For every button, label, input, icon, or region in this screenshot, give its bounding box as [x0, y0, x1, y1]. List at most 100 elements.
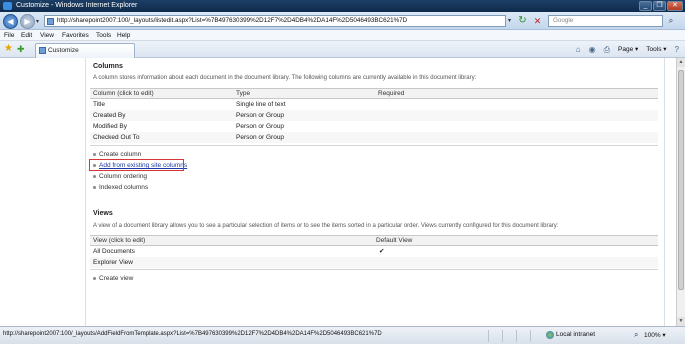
feeds-icon[interactable]: ◉ — [589, 44, 596, 55]
column-name-cell[interactable]: Title — [90, 98, 233, 110]
create-view-link[interactable]: Create view — [93, 273, 133, 284]
bullet-icon — [93, 175, 96, 178]
status-panel — [530, 330, 544, 342]
search-icon: ⌕ — [668, 16, 674, 25]
window-title: Customize - Windows Internet Explorer — [16, 2, 138, 9]
column-name-cell[interactable]: Created By — [90, 110, 233, 121]
page-content: Columns A column stores information abou… — [0, 58, 676, 326]
vertical-scrollbar[interactable]: ▲ ▼ — [676, 58, 685, 326]
tab-bar: ★ ✚ Customize ⌂ ◉ ⎙ Page ▾ Tools ▾ ? — [0, 41, 685, 58]
globe-icon — [546, 331, 554, 339]
column-name-cell[interactable]: Checked Out To — [90, 132, 233, 143]
address-input[interactable]: http://sharepoint2007:100/_layouts/liste… — [44, 15, 506, 27]
menu-tools[interactable]: Tools — [96, 30, 111, 41]
tab-label: Customize — [48, 47, 79, 54]
arrow-right-icon: ▶ — [24, 17, 31, 26]
table-row[interactable]: Explorer View — [90, 257, 658, 268]
views-separator — [90, 269, 658, 270]
maximize-button[interactable]: ❐ — [653, 1, 666, 11]
zoom-level[interactable]: ⌕ 100% ▾ — [634, 330, 666, 339]
default-view-cell — [373, 257, 658, 268]
column-header-required: Required — [375, 88, 658, 99]
close-button[interactable]: ✕ — [667, 1, 683, 11]
column-required-cell — [375, 121, 658, 132]
column-required-cell — [375, 98, 658, 110]
menu-edit[interactable]: Edit — [21, 30, 32, 41]
scroll-up-icon[interactable]: ▲ — [677, 58, 685, 67]
refresh-icon: ↻ — [518, 15, 527, 26]
column-required-cell — [375, 110, 658, 121]
add-favorites-icon[interactable]: ✚ — [17, 44, 25, 54]
create-view-label: Create view — [99, 275, 134, 282]
views-heading: Views — [93, 210, 113, 217]
back-button[interactable]: ◀ — [3, 14, 18, 29]
address-toolbar: ◀ ▶ ▾ http://sharepoint2007:100/_layouts… — [0, 12, 685, 30]
security-zone[interactable]: Local intranet — [546, 331, 595, 339]
menu-bar: File Edit View Favorites Tools Help — [0, 30, 685, 41]
table-row[interactable]: Title Single line of text — [90, 98, 658, 110]
recent-pages-dropdown[interactable]: ▾ — [36, 18, 39, 25]
status-url: http://sharepoint2007:100/_layouts/AddFi… — [3, 331, 382, 337]
tools-menu[interactable]: Tools ▾ — [646, 44, 666, 55]
bullet-icon — [93, 277, 96, 280]
views-table: View (click to edit) Default View All Do… — [90, 235, 658, 268]
annotation-highlight-box — [89, 159, 184, 171]
status-panel — [502, 330, 516, 342]
column-required-cell — [375, 132, 658, 143]
page-menu-label: Page — [618, 46, 634, 53]
forward-button[interactable]: ▶ — [20, 14, 35, 29]
scroll-down-icon[interactable]: ▼ — [677, 317, 685, 326]
menu-favorites[interactable]: Favorites — [62, 30, 89, 41]
column-name-cell[interactable]: Modified By — [90, 121, 233, 132]
address-dropdown[interactable]: ▾ — [508, 17, 511, 24]
column-header-name: Column (click to edit) — [90, 88, 233, 99]
views-links: Create view — [93, 273, 133, 284]
minimize-button[interactable]: _ — [639, 1, 652, 11]
ie-logo-icon — [3, 2, 12, 10]
favorites-star-icon[interactable]: ★ — [4, 44, 13, 54]
zoom-label: 100% — [644, 332, 661, 339]
help-icon[interactable]: ? — [675, 44, 679, 55]
view-name-cell[interactable]: Explorer View — [90, 257, 373, 268]
address-url: http://sharepoint2007:100/_layouts/liste… — [57, 17, 408, 24]
page-icon — [47, 18, 54, 25]
columns-separator — [90, 145, 658, 146]
scrollbar-thumb[interactable] — [678, 70, 684, 290]
content-border-left — [85, 58, 86, 326]
print-icon[interactable]: ⎙ — [604, 44, 610, 55]
refresh-button[interactable]: ↻ — [517, 15, 528, 27]
home-icon[interactable]: ⌂ — [576, 44, 581, 55]
stop-icon: ✕ — [533, 16, 542, 26]
column-type-cell: Person or Group — [233, 110, 375, 121]
stop-button[interactable]: ✕ — [532, 15, 543, 27]
status-panel — [516, 330, 530, 342]
menu-help[interactable]: Help — [117, 30, 130, 41]
table-row[interactable]: Checked Out To Person or Group — [90, 132, 658, 143]
menu-file[interactable]: File — [4, 30, 14, 41]
columns-links: Create column Add from existing site col… — [93, 149, 187, 193]
column-ordering-label: Column ordering — [99, 173, 148, 180]
page-menu[interactable]: Page ▾ — [618, 44, 638, 55]
views-description: A view of a document library allows you … — [93, 223, 559, 229]
table-row[interactable]: Created By Person or Group — [90, 110, 658, 121]
indexed-columns-link[interactable]: Indexed columns — [93, 182, 187, 193]
column-type-cell: Person or Group — [233, 121, 375, 132]
column-ordering-link[interactable]: Column ordering — [93, 171, 187, 182]
page-icon — [39, 47, 46, 54]
view-header-default: Default View — [373, 235, 658, 246]
default-view-check-icon: ✔ — [373, 245, 658, 257]
columns-table: Column (click to edit) Type Required Tit… — [90, 88, 658, 143]
window-titlebar: Customize - Windows Internet Explorer _ … — [0, 0, 685, 12]
columns-description: A column stores information about each d… — [93, 75, 477, 81]
status-bar: http://sharepoint2007:100/_layouts/AddFi… — [0, 326, 685, 344]
table-row[interactable]: Modified By Person or Group — [90, 121, 658, 132]
column-header-type: Type — [233, 88, 375, 99]
table-row[interactable]: All Documents ✔ — [90, 245, 658, 257]
view-name-cell[interactable]: All Documents — [90, 245, 373, 257]
search-input[interactable]: Google — [548, 15, 663, 27]
menu-view[interactable]: View — [40, 30, 54, 41]
indexed-columns-label: Indexed columns — [99, 184, 149, 191]
command-bar: ⌂ ◉ ⎙ Page ▾ Tools ▾ ? — [576, 44, 679, 55]
tab-customize[interactable]: Customize — [35, 43, 135, 58]
search-button[interactable]: ⌕ — [664, 15, 678, 27]
